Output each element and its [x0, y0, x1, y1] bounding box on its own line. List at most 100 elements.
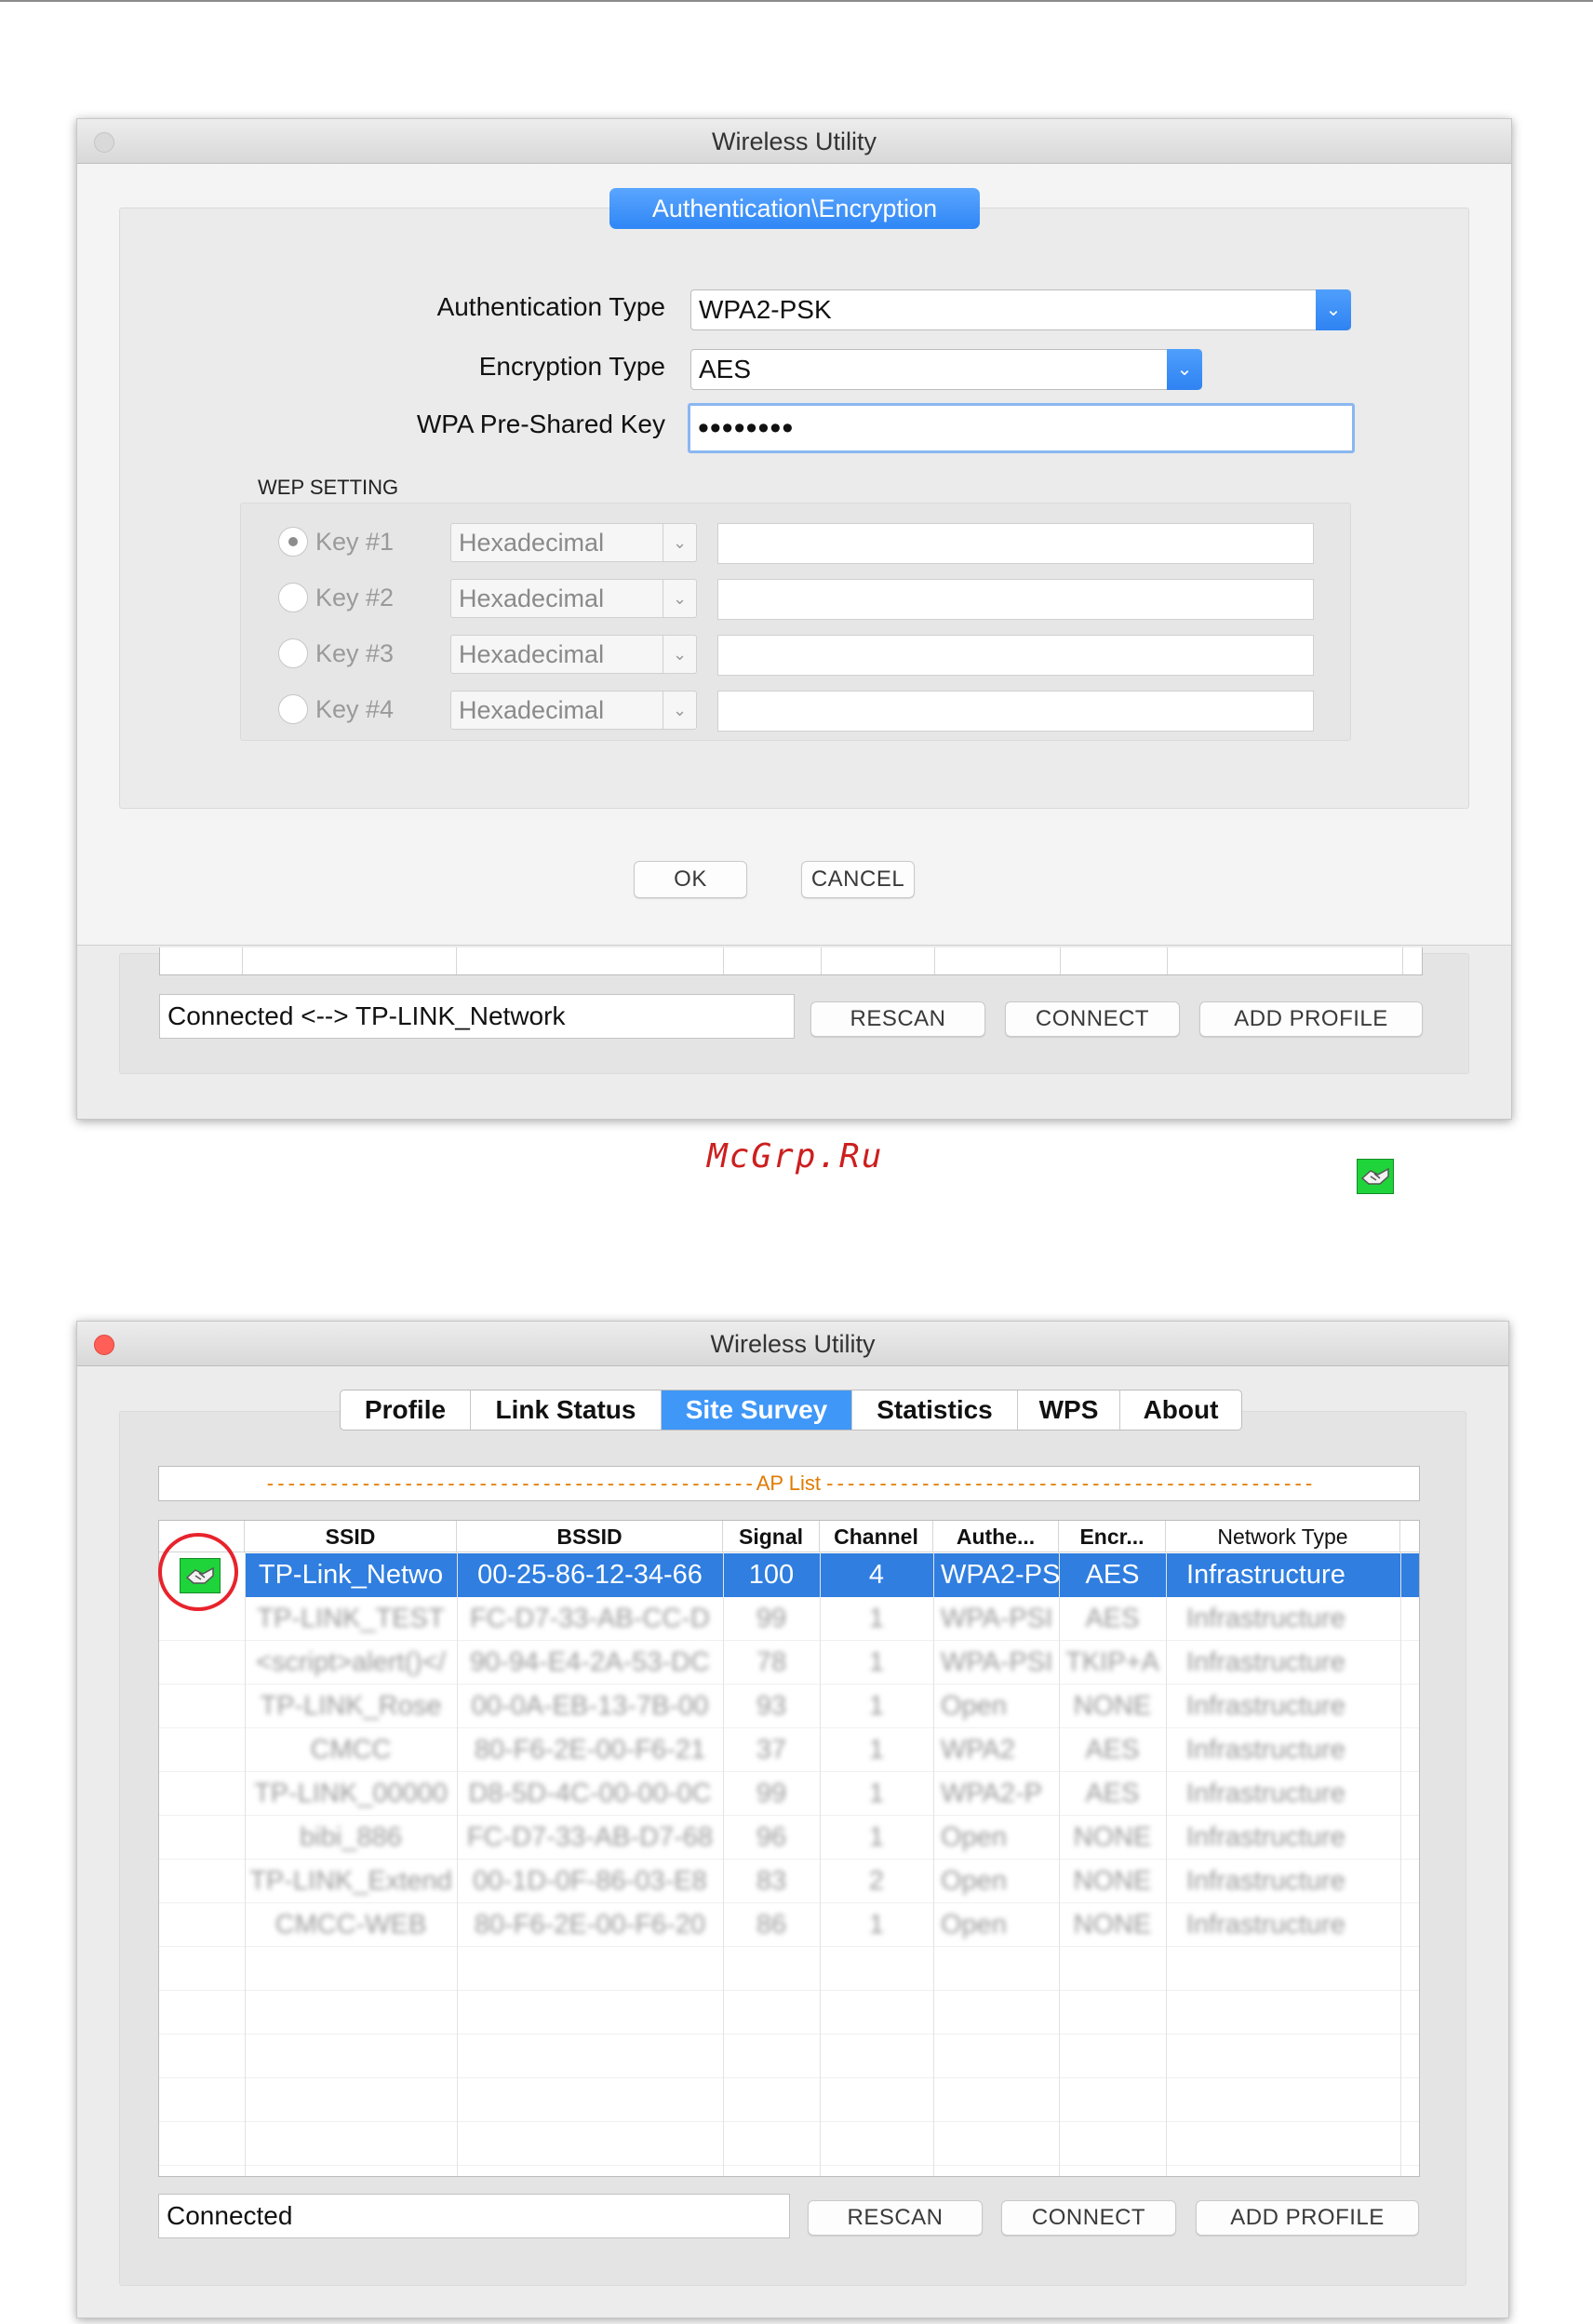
- key2-radio[interactable]: [278, 583, 308, 612]
- key3-format-select[interactable]: Hexadecimal ⌄: [450, 635, 697, 674]
- auth-type-select[interactable]: WPA2-PSK ⌄: [690, 289, 1351, 330]
- main-tab-bar: Profile Link Status Site Survey Statisti…: [340, 1390, 1242, 1431]
- auth-cell: Open: [941, 1910, 1007, 1940]
- key4-radio[interactable]: [278, 694, 308, 724]
- channel-cell: 2: [868, 1866, 885, 1896]
- page-top-rule: [0, 0, 1593, 2]
- psk-input[interactable]: ••••••••: [688, 403, 1355, 453]
- ssid-cell: TP-Link_Netwo: [258, 1560, 444, 1590]
- table-gridline: [159, 1990, 1419, 1991]
- table-row[interactable]: TP-LINK_Rose 00-0A-EB-13-7B-00 93 1 Open NONE…: [159, 1685, 1419, 1728]
- key4-format-select[interactable]: Hexadecimal ⌄: [450, 691, 697, 730]
- survey-add-profile-button[interactable]: ADD PROFILE: [1196, 2200, 1419, 2236]
- table-row[interactable]: CMCC 80-F6-2E-00-F6-21 37 1 WPA2 AES Infrastru…: [159, 1728, 1419, 1772]
- enc-type-value: AES: [699, 355, 752, 383]
- survey-rescan-button[interactable]: RESCAN: [808, 2200, 983, 2236]
- ap-list-header: - - - - - - - - - - - - - - - - - - - - …: [158, 1466, 1420, 1501]
- key2-format-select[interactable]: Hexadecimal ⌄: [450, 579, 697, 618]
- column-header-bssid[interactable]: BSSID: [457, 1521, 723, 1552]
- connected-handshake-icon: [1357, 1159, 1394, 1194]
- column-header-signal[interactable]: Signal: [723, 1521, 820, 1552]
- key1-format-value: Hexadecimal: [459, 529, 605, 557]
- ssid-cell: CMCC-WEB: [274, 1910, 427, 1940]
- key2-label: Key #2: [315, 584, 395, 611]
- key4-input[interactable]: [717, 691, 1314, 732]
- key2-input[interactable]: [717, 579, 1314, 620]
- key1-input[interactable]: [717, 523, 1314, 564]
- tab-wps[interactable]: WPS: [1018, 1390, 1120, 1430]
- status-cell: [159, 1641, 245, 1685]
- connection-status-field: Connected <--> TP-LINK_Network: [159, 994, 795, 1039]
- auth-cell: WPA2-PS: [941, 1560, 1059, 1590]
- signal-cell: 93: [756, 1691, 787, 1721]
- status-cell: [159, 1685, 245, 1728]
- column-divider: [1400, 1552, 1401, 2176]
- ssid-cell: TP-LINK_Extend: [249, 1866, 452, 1896]
- connect-button[interactable]: CONNECT: [1005, 1001, 1180, 1037]
- survey-connect-button[interactable]: CONNECT: [1001, 2200, 1176, 2236]
- signal-cell: 86: [756, 1910, 787, 1940]
- ssid-cell: TP-LINK_Rose: [260, 1691, 442, 1721]
- auth-cell: WPA-PSI: [941, 1647, 1053, 1677]
- key1-radio[interactable]: [278, 527, 308, 557]
- ap-list-dashes-left: - - - - - - - - - - - - - - - - - - - - …: [266, 1471, 753, 1495]
- signal-cell: 96: [756, 1822, 787, 1852]
- ap-table-header: SSID BSSID Signal Channel Authe... Encr.…: [159, 1521, 1419, 1552]
- bssid-cell: FC-D7-33-AB-D7-68: [466, 1822, 714, 1852]
- tab-site-survey[interactable]: Site Survey: [662, 1390, 852, 1430]
- auth-window-titlebar[interactable]: Wireless Utility: [77, 119, 1511, 164]
- column-header-auth[interactable]: Authe...: [933, 1521, 1059, 1552]
- add-profile-button[interactable]: ADD PROFILE: [1199, 1001, 1423, 1037]
- auth-cell: Open: [941, 1822, 1007, 1852]
- survey-status-field: Connected: [158, 2194, 790, 2238]
- auth-type-label: Authentication Type: [436, 292, 665, 321]
- key4-format-value: Hexadecimal: [459, 696, 605, 724]
- window-close-icon[interactable]: [94, 132, 114, 153]
- column-header-network-type[interactable]: Network Type: [1166, 1521, 1400, 1552]
- survey-window-titlebar[interactable]: Wireless Utility: [77, 1322, 1508, 1366]
- radio-selected-dot: [288, 537, 298, 546]
- rescan-button[interactable]: RESCAN: [810, 1001, 985, 1037]
- column-divider: [1166, 1552, 1167, 2176]
- channel-cell: 1: [868, 1604, 885, 1633]
- table-row[interactable]: TP-LINK_00000 D8-5D-4C-00-00-0C 99 1 WPA2-P A…: [159, 1772, 1419, 1816]
- auth-cell: Open: [941, 1866, 1007, 1896]
- bssid-cell: 80-F6-2E-00-F6-21: [474, 1735, 706, 1765]
- bssid-cell: 80-F6-2E-00-F6-20: [474, 1910, 706, 1940]
- bssid-cell: FC-D7-33-AB-CC-D: [470, 1604, 710, 1633]
- column-header-enc[interactable]: Encr...: [1059, 1521, 1166, 1552]
- auth-cell: WPA2: [941, 1735, 1016, 1765]
- psk-label: WPA Pre-Shared Key: [416, 410, 665, 438]
- enc-cell: AES: [1085, 1560, 1140, 1590]
- table-gridline: [159, 2077, 1419, 2078]
- tab-about[interactable]: About: [1120, 1390, 1241, 1430]
- column-header-channel[interactable]: Channel: [820, 1521, 933, 1552]
- tab-profile[interactable]: Profile: [341, 1390, 471, 1430]
- enc-type-select[interactable]: AES ⌄: [690, 349, 1202, 390]
- table-row[interactable]: TP-LINK_Extend 00-1D-0F-86-03-E8 83 2 Open NO…: [159, 1860, 1419, 1903]
- network-type-cell: Infrastructure: [1186, 1735, 1345, 1765]
- ok-button[interactable]: OK: [634, 861, 747, 898]
- table-row[interactable]: TP-LINK_TEST FC-D7-33-AB-CC-D 99 1 WPA-PSI AE…: [159, 1597, 1419, 1641]
- wep-setting-title: WEP SETTING: [258, 476, 399, 499]
- table-row[interactable]: <script>alert()</ 90-94-E4-2A-53-DC 78 1 WPA…: [159, 1641, 1419, 1685]
- key3-input[interactable]: [717, 635, 1314, 676]
- table-row[interactable]: TP-Link_Netwo 00-25-86-12-34-66 100 4 WPA2-P…: [159, 1553, 1419, 1597]
- window-close-icon[interactable]: [94, 1335, 114, 1355]
- tab-link-status[interactable]: Link Status: [471, 1390, 662, 1430]
- signal-cell: 37: [756, 1735, 787, 1765]
- tab-statistics[interactable]: Statistics: [852, 1390, 1018, 1430]
- key3-radio[interactable]: [278, 638, 308, 668]
- chevron-down-icon: ⌄: [1167, 349, 1202, 390]
- auth-encryption-header-button[interactable]: Authentication\Encryption: [609, 188, 980, 229]
- channel-cell: 1: [868, 1735, 885, 1765]
- table-row[interactable]: CMCC-WEB 80-F6-2E-00-F6-20 86 1 Open NONE Infr…: [159, 1903, 1419, 1947]
- key1-format-select[interactable]: Hexadecimal ⌄: [450, 523, 697, 562]
- network-type-cell: Infrastructure: [1186, 1822, 1345, 1852]
- table-row[interactable]: bibi_886 FC-D7-33-AB-D7-68 96 1 Open NONE Infr…: [159, 1816, 1419, 1860]
- key1-label: Key #1: [315, 528, 395, 556]
- cancel-button[interactable]: CANCEL: [801, 861, 915, 898]
- column-header-ssid[interactable]: SSID: [245, 1521, 457, 1552]
- auth-cell: WPA-PSI: [941, 1604, 1053, 1633]
- bssid-cell: 00-0A-EB-13-7B-00: [471, 1691, 709, 1721]
